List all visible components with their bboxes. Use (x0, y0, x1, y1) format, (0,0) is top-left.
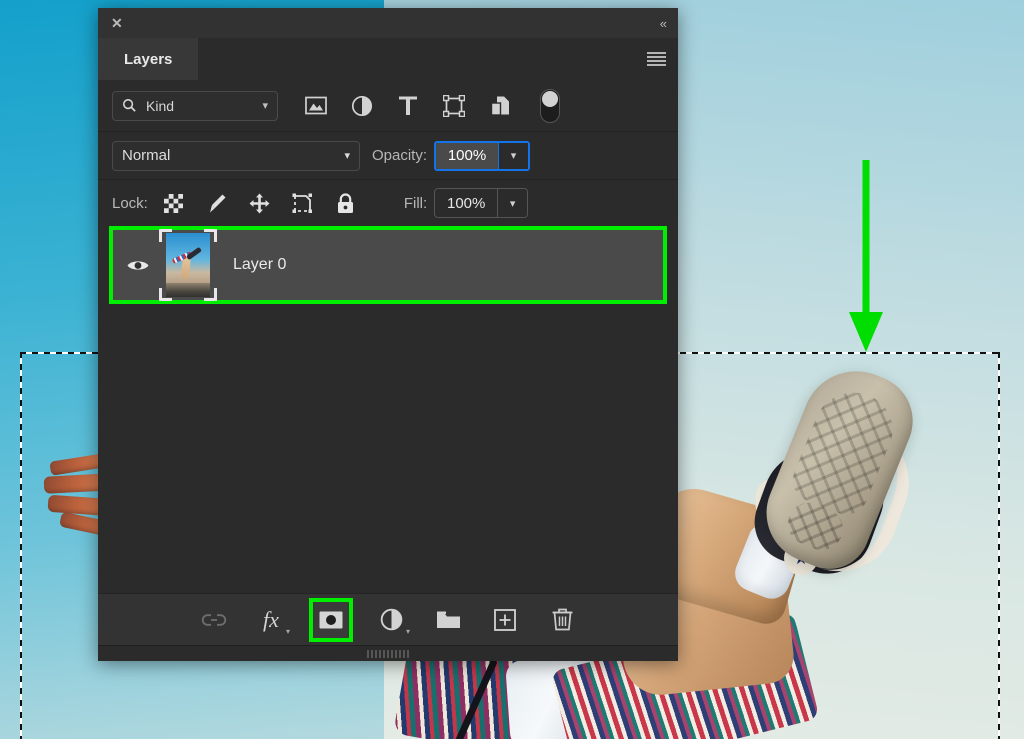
lock-position-icon[interactable] (248, 191, 272, 215)
opacity-label: Opacity: (372, 147, 427, 164)
layer-list[interactable]: Layer 0 (98, 226, 678, 593)
filter-enable-toggle[interactable] (540, 89, 560, 123)
thumb-leg (186, 247, 202, 260)
filter-shape-layers-icon[interactable] (442, 94, 466, 118)
lock-transparent-pixels-icon[interactable] (162, 191, 186, 215)
layers-bottom-toolbar: fx ▾ ▾ (98, 593, 678, 645)
table-row[interactable]: Layer 0 (109, 226, 667, 304)
thumbnail-corner-bracket (204, 229, 217, 242)
opacity-stepper-chevron-down-icon[interactable]: ▾ (498, 143, 528, 169)
blend-opacity-row: Normal ▾ Opacity: 100% ▾ (98, 132, 678, 180)
chevron-down-icon: ▾ (286, 627, 290, 636)
new-layer-button[interactable] (490, 605, 520, 635)
lock-buttons (162, 191, 358, 215)
filter-type-icons (304, 89, 560, 123)
chevron-down-icon: ▾ (344, 149, 350, 162)
lock-fill-row: Lock: (98, 180, 678, 226)
layers-panel[interactable]: ✕ « Layers Kind ▾ (98, 8, 678, 661)
delete-layer-button[interactable] (547, 605, 577, 635)
lock-label: Lock: (112, 195, 148, 212)
filter-adjustment-layers-icon[interactable] (350, 94, 374, 118)
new-adjustment-layer-button[interactable]: ▾ (376, 605, 406, 635)
new-group-button[interactable] (433, 605, 463, 635)
filter-pixel-layers-icon[interactable] (304, 94, 328, 118)
filter-kind-select[interactable]: Kind ▾ (112, 91, 278, 121)
layer-thumbnail[interactable] (159, 229, 217, 301)
lock-image-pixels-icon[interactable] (205, 191, 229, 215)
search-icon (122, 98, 137, 113)
fill-value[interactable]: 100% (435, 189, 497, 217)
lock-all-icon[interactable] (334, 191, 358, 215)
green-instruction-arrow (847, 160, 885, 355)
fill-label: Fill: (404, 195, 427, 212)
blend-mode-select[interactable]: Normal ▾ (112, 141, 360, 171)
layer-name-label[interactable]: Layer 0 (233, 256, 286, 274)
lock-artboard-nesting-icon[interactable] (291, 191, 315, 215)
fill-stepper-chevron-down-icon[interactable]: ▾ (497, 189, 527, 217)
panel-titlebar: ✕ « (98, 8, 678, 38)
add-layer-mask-button[interactable] (313, 602, 349, 638)
filter-type-layers-icon[interactable] (396, 94, 420, 118)
chevron-down-icon: ▾ (262, 99, 268, 112)
tab-layers[interactable]: Layers (98, 38, 198, 80)
panel-tabstrip: Layers (98, 38, 678, 80)
thumbnail-corner-bracket (204, 288, 217, 301)
thumbnail-corner-bracket (159, 229, 172, 242)
fill-field[interactable]: 100% ▾ (434, 188, 528, 218)
chevron-down-icon: ▾ (406, 627, 410, 636)
hamburger-line (647, 50, 666, 68)
collapse-to-icons-chevron-icon[interactable]: « (660, 16, 665, 31)
close-icon[interactable]: ✕ (111, 16, 123, 30)
layer-filter-row: Kind ▾ (98, 80, 678, 132)
opacity-value[interactable]: 100% (436, 143, 498, 169)
filter-smart-object-icon[interactable] (488, 94, 512, 118)
hamburger-menu-icon[interactable] (634, 38, 678, 80)
panel-resize-grip[interactable] (367, 650, 409, 658)
panel-footer (98, 645, 678, 661)
selection-marquee-right (998, 352, 1000, 739)
selection-marquee-left (20, 352, 22, 739)
link-layers-button[interactable] (199, 605, 229, 635)
thumbnail-corner-bracket (159, 288, 172, 301)
eye-visibility-icon[interactable] (121, 258, 155, 273)
filter-kind-label: Kind (146, 98, 174, 114)
opacity-field[interactable]: 100% ▾ (434, 141, 530, 171)
blend-mode-value: Normal (122, 147, 170, 164)
add-layer-style-button[interactable]: fx ▾ (256, 605, 286, 635)
tabstrip-spacer (198, 38, 634, 80)
